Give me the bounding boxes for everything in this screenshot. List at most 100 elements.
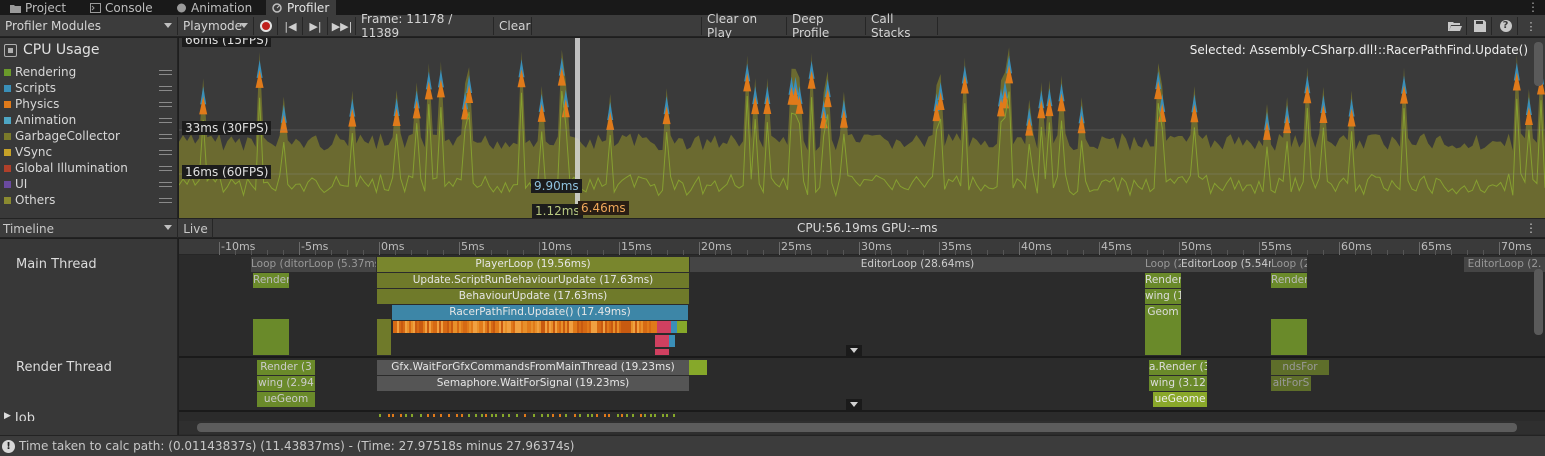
physics-sample-bar[interactable]: [443, 321, 445, 333]
job-sample-bar[interactable]: [559, 414, 561, 417]
physics-sample-bar[interactable]: [409, 321, 411, 333]
physics-sample-bar[interactable]: [471, 321, 473, 333]
physics-sample-bar[interactable]: [511, 321, 513, 333]
physics-sample-bar[interactable]: [655, 321, 657, 333]
job-sample-bar[interactable]: [640, 414, 642, 417]
legend-item-ui[interactable]: UI: [4, 176, 174, 192]
sample-gfx-wait[interactable]: Gfx.WaitForGfxCommandsFromMainThread (19…: [377, 360, 689, 375]
physics-sample-bar[interactable]: [473, 321, 475, 333]
job-sample-bar[interactable]: [673, 414, 675, 417]
physics-sample-bar[interactable]: [403, 321, 405, 333]
physics-sample-bar[interactable]: [533, 321, 535, 333]
job-sample-bar[interactable]: [475, 414, 477, 417]
sample-far-render[interactable]: Render: [1271, 273, 1307, 288]
rendering-sample-bar[interactable]: [253, 319, 289, 355]
job-sample-bar[interactable]: [405, 414, 407, 417]
sample-prev-geom-rt[interactable]: ueGeom: [257, 392, 315, 407]
job-sample-bar[interactable]: [379, 414, 381, 417]
job-sample-bar[interactable]: [574, 414, 576, 417]
physics-sample-bar[interactable]: [435, 321, 437, 333]
physics-sample-bar[interactable]: [613, 321, 615, 333]
physics-sample-bar[interactable]: [627, 321, 629, 333]
timeline-more-icon[interactable]: ⋮: [1525, 221, 1537, 235]
profiler-modules-dropdown[interactable]: Profiler Modules: [0, 17, 178, 35]
physics-sample-bar[interactable]: [599, 321, 601, 333]
physics-sample-bar[interactable]: [503, 321, 505, 333]
physics-sample-bar[interactable]: [579, 321, 581, 333]
clear-button[interactable]: Clear: [494, 17, 532, 35]
physics-sample-bar[interactable]: [393, 321, 395, 333]
sample-far-render-rt[interactable]: ndsFor: [1271, 360, 1329, 375]
current-frame-button[interactable]: ▶▶|: [329, 17, 356, 35]
load-button[interactable]: [1443, 17, 1467, 35]
job-sample-bar[interactable]: [591, 414, 593, 417]
job-sample-bar[interactable]: [541, 414, 543, 417]
job-sample-bar[interactable]: [587, 414, 589, 417]
physics-sample-bar[interactable]: [569, 321, 571, 333]
physics-sample-bar[interactable]: [621, 321, 623, 333]
physics-sample-bar[interactable]: [623, 321, 625, 333]
physics-sample-bar[interactable]: [457, 321, 459, 333]
status-bar[interactable]: ! Time taken to calc path: (0.01143837s)…: [0, 435, 1545, 456]
physics-sample-bar[interactable]: [455, 321, 457, 333]
physics-sample-bar[interactable]: [595, 321, 597, 333]
next-frame-button[interactable]: ▶|: [304, 17, 328, 35]
sample-next-wing[interactable]: wing (1.: [1145, 289, 1181, 304]
drag-handle-icon[interactable]: [159, 86, 172, 91]
physics-sample-bar[interactable]: [507, 321, 509, 333]
physics-sample-bar[interactable]: [535, 321, 537, 333]
thread-render[interactable]: Render Thread: [16, 360, 112, 375]
sample-next-render[interactable]: Render: [1145, 273, 1181, 288]
gc-sample-bar[interactable]: [655, 335, 669, 347]
physics-sample-bar[interactable]: [525, 321, 527, 333]
expand-main-thread-button[interactable]: [846, 345, 862, 356]
physics-sample-bar[interactable]: [653, 321, 655, 333]
thread-main[interactable]: Main Thread: [16, 257, 97, 272]
scrollbar-thumb[interactable]: [197, 423, 1517, 432]
job-sample-bar[interactable]: [427, 414, 429, 417]
job-sample-bar[interactable]: [617, 414, 619, 417]
physics-sample-bar[interactable]: [521, 321, 523, 333]
physics-sample-bar[interactable]: [519, 321, 521, 333]
physics-sample-bar[interactable]: [619, 321, 621, 333]
help-button[interactable]: ?: [1494, 17, 1518, 35]
job-sample-bar[interactable]: [604, 414, 606, 417]
physics-sample-bar[interactable]: [433, 321, 435, 333]
physics-sample-bar[interactable]: [607, 321, 609, 333]
physics-sample-bar[interactable]: [487, 321, 489, 333]
drag-handle-icon[interactable]: [159, 118, 172, 123]
physics-sample-bar[interactable]: [587, 321, 589, 333]
physics-sample-bar[interactable]: [395, 321, 397, 333]
sample-prev-wing-rt[interactable]: wing (2.94: [257, 376, 315, 391]
sample-next-geom-rt[interactable]: ueGeome: [1153, 392, 1207, 407]
physics-sample-bar[interactable]: [561, 321, 563, 333]
physics-sample-bar[interactable]: [429, 321, 431, 333]
physics-sample-bar[interactable]: [405, 321, 407, 333]
physics-sample-bar[interactable]: [567, 321, 569, 333]
sample-editorloop[interactable]: EditorLoop (28.64ms): [690, 257, 1145, 272]
job-sample-bar[interactable]: [392, 414, 394, 417]
job-sample-bar[interactable]: [508, 414, 510, 417]
sample-next-loop[interactable]: Loop (2.: [1145, 257, 1181, 272]
physics-sample-bar[interactable]: [573, 321, 575, 333]
tab-animation[interactable]: Animation: [170, 0, 258, 15]
physics-sample-bar[interactable]: [597, 321, 599, 333]
tab-project[interactable]: Project: [4, 0, 72, 15]
rendering-sample-bar[interactable]: [377, 319, 391, 355]
timeline-vertical-scrollbar[interactable]: [1534, 269, 1543, 335]
job-sample-bar[interactable]: [650, 414, 652, 417]
physics-sample-bar[interactable]: [427, 321, 429, 333]
physics-sample-bar[interactable]: [603, 321, 605, 333]
physics-sample-bar[interactable]: [557, 321, 559, 333]
physics-sample-bar[interactable]: [527, 321, 529, 333]
physics-sample-bar[interactable]: [477, 321, 479, 333]
physics-sample-bar[interactable]: [625, 321, 627, 333]
job-sample-bar[interactable]: [608, 414, 610, 417]
physics-sample-bar[interactable]: [447, 321, 449, 333]
job-sample-bar[interactable]: [420, 414, 422, 417]
gc-sample-bar[interactable]: [657, 321, 671, 333]
job-sample-bar[interactable]: [502, 414, 504, 417]
physics-sample-bar[interactable]: [611, 321, 613, 333]
job-sample-bar[interactable]: [485, 414, 487, 417]
sample-behaviour-update[interactable]: BehaviourUpdate (17.63ms): [377, 289, 689, 304]
